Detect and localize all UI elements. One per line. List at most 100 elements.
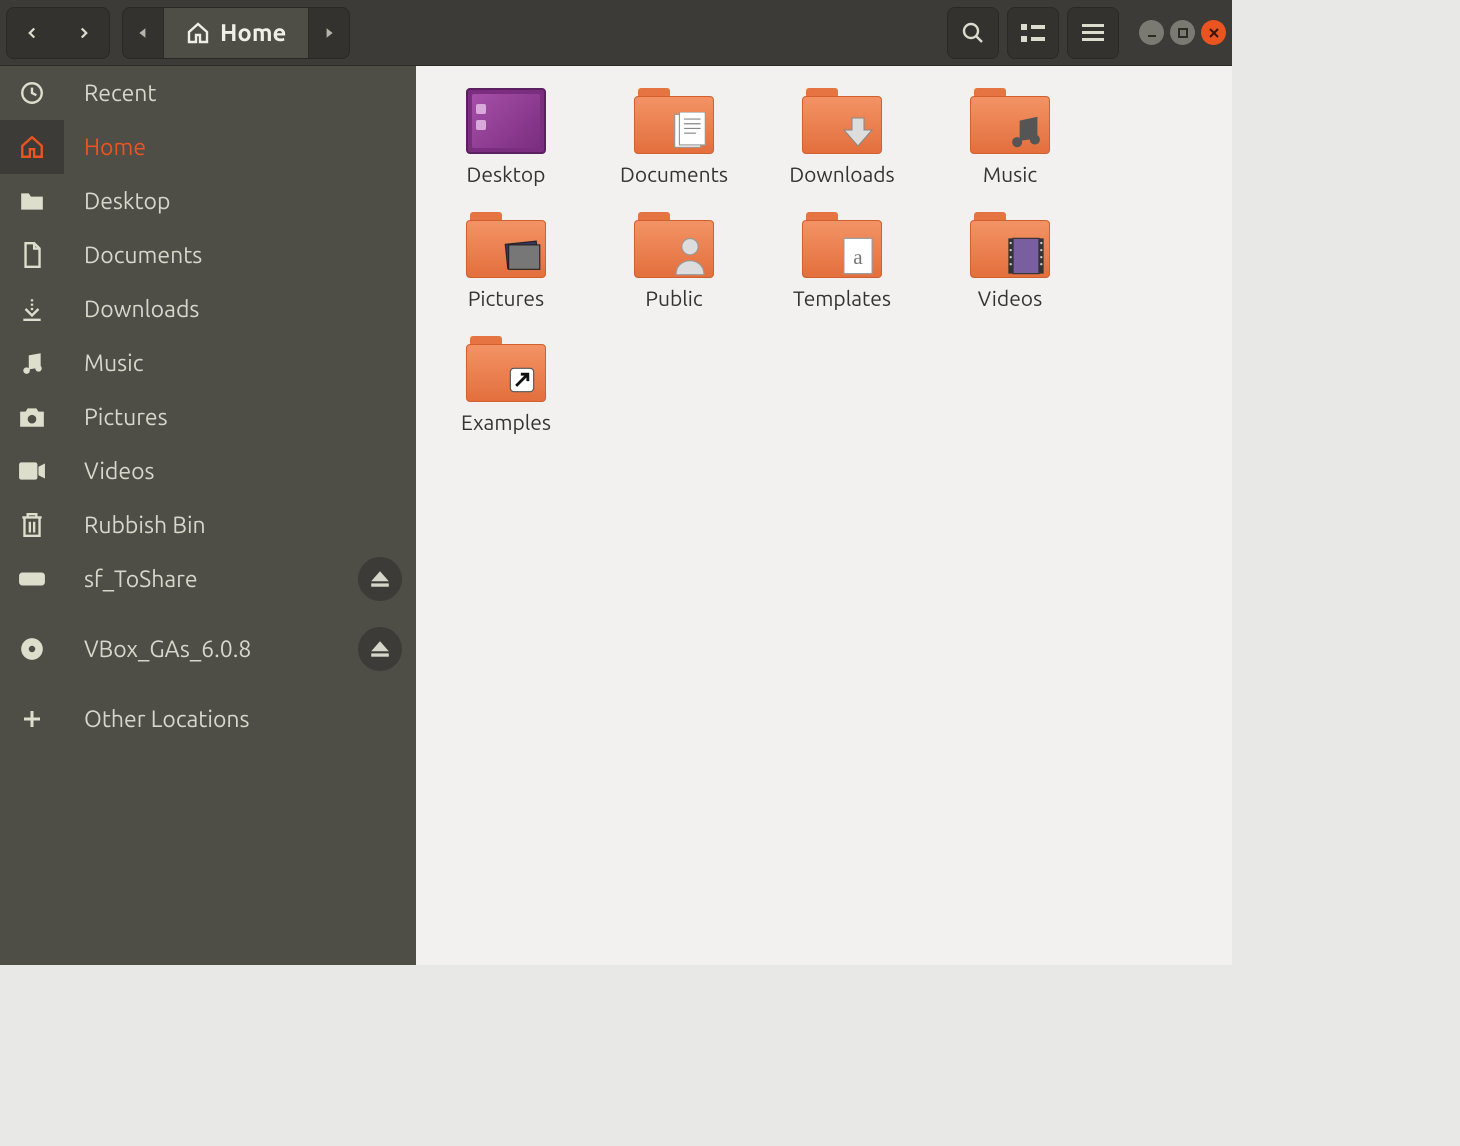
sidebar-item-label: Desktop bbox=[84, 189, 416, 214]
sidebar-item-label: VBox_GAs_6.0.8 bbox=[84, 637, 338, 662]
maximize-button[interactable] bbox=[1170, 20, 1195, 45]
file-label: Music bbox=[983, 162, 1037, 186]
sidebar-item-documents[interactable]: Documents bbox=[0, 228, 416, 282]
minimize-icon bbox=[1146, 27, 1158, 39]
breadcrumb-home[interactable]: Home bbox=[163, 8, 309, 58]
download-icon bbox=[17, 294, 47, 324]
file-label: Public bbox=[645, 286, 702, 310]
file-label: Templates bbox=[793, 286, 891, 310]
file-label: Downloads bbox=[789, 162, 894, 186]
file-label: Videos bbox=[978, 286, 1042, 310]
document-overlay-icon bbox=[668, 112, 712, 152]
hamburger-icon bbox=[1082, 24, 1104, 42]
sidebar-item-home[interactable]: Home bbox=[0, 120, 416, 174]
file-examples[interactable]: Examples bbox=[444, 336, 568, 434]
chevron-right-icon bbox=[75, 24, 93, 42]
toolbar-right bbox=[947, 7, 1226, 59]
folder-icon bbox=[466, 212, 546, 278]
folder-icon: a bbox=[802, 212, 882, 278]
sidebar-item-other-locations[interactable]: Other Locations bbox=[0, 692, 416, 746]
sidebar-item-label: Recent bbox=[84, 81, 416, 106]
folder-icon bbox=[970, 88, 1050, 154]
clock-icon bbox=[17, 78, 47, 108]
disc-icon bbox=[17, 634, 47, 664]
file-desktop[interactable]: Desktop bbox=[444, 88, 568, 186]
list-view-icon bbox=[1021, 24, 1045, 42]
home-icon bbox=[17, 132, 47, 162]
file-documents[interactable]: Documents bbox=[612, 88, 736, 186]
close-button[interactable] bbox=[1201, 20, 1226, 45]
triangle-left-icon bbox=[137, 27, 149, 39]
link-overlay-icon bbox=[500, 360, 544, 400]
toolbar: Home bbox=[0, 0, 1232, 66]
template-overlay-icon: a bbox=[836, 236, 880, 276]
sidebar-item-pictures[interactable]: Pictures bbox=[0, 390, 416, 444]
file-icon bbox=[17, 240, 47, 270]
file-pictures[interactable]: Pictures bbox=[444, 212, 568, 310]
music-overlay-icon bbox=[1004, 112, 1048, 152]
sidebar-item-music[interactable]: Music bbox=[0, 336, 416, 390]
sidebar-item-label: Home bbox=[84, 135, 416, 160]
eject-button[interactable] bbox=[358, 627, 402, 671]
download-overlay-icon bbox=[836, 112, 880, 152]
search-icon bbox=[961, 21, 985, 45]
person-overlay-icon bbox=[668, 236, 712, 276]
file-label: Desktop bbox=[467, 162, 546, 186]
hamburger-menu-button[interactable] bbox=[1067, 7, 1119, 59]
folder-icon bbox=[634, 212, 714, 278]
home-icon bbox=[186, 21, 210, 45]
file-downloads[interactable]: Downloads bbox=[780, 88, 904, 186]
sidebar-item-label: Pictures bbox=[84, 405, 416, 430]
file-templates[interactable]: a Templates bbox=[780, 212, 904, 310]
sidebar-item-label: Documents bbox=[84, 243, 416, 268]
folder-icon bbox=[17, 186, 47, 216]
sidebar-item-label: sf_ToShare bbox=[84, 567, 338, 592]
file-label: Documents bbox=[620, 162, 728, 186]
camera-icon bbox=[17, 402, 47, 432]
sidebar-item-downloads[interactable]: Downloads bbox=[0, 282, 416, 336]
trash-icon bbox=[17, 510, 47, 540]
file-label: Examples bbox=[461, 410, 551, 434]
folder-icon bbox=[802, 88, 882, 154]
chevron-left-icon bbox=[23, 24, 41, 42]
close-icon bbox=[1208, 27, 1220, 39]
svg-text:a: a bbox=[853, 245, 863, 269]
eject-button[interactable] bbox=[358, 557, 402, 601]
file-label: Pictures bbox=[468, 286, 544, 310]
minimize-button[interactable] bbox=[1139, 20, 1164, 45]
forward-button[interactable] bbox=[59, 8, 109, 58]
view-toggle-button[interactable] bbox=[1007, 7, 1059, 59]
music-icon bbox=[17, 348, 47, 378]
nav-group bbox=[6, 7, 110, 59]
search-button[interactable] bbox=[947, 7, 999, 59]
folder-icon bbox=[970, 212, 1050, 278]
sidebar-item-desktop[interactable]: Desktop bbox=[0, 174, 416, 228]
plus-icon bbox=[17, 704, 47, 734]
sidebar-item-label: Rubbish Bin bbox=[84, 513, 416, 538]
sidebar-item-label: Other Locations bbox=[84, 707, 416, 732]
folder-icon bbox=[466, 336, 546, 402]
desktop-icon bbox=[466, 88, 546, 154]
file-videos[interactable]: Videos bbox=[948, 212, 1072, 310]
file-music[interactable]: Music bbox=[948, 88, 1072, 186]
maximize-icon bbox=[1177, 27, 1189, 39]
sidebar-item-rubbish-bin[interactable]: Rubbish Bin bbox=[0, 498, 416, 552]
file-grid: Desktop Documents Downloads Music Pictures Pu… bbox=[416, 66, 1232, 965]
folder-icon bbox=[634, 88, 714, 154]
sidebar-item-vbox-gas-6-0-8[interactable]: VBox_GAs_6.0.8 bbox=[0, 622, 416, 676]
path-next-button[interactable] bbox=[309, 8, 349, 58]
back-button[interactable] bbox=[7, 8, 57, 58]
sidebar-item-videos[interactable]: Videos bbox=[0, 444, 416, 498]
pictures-overlay-icon bbox=[500, 236, 544, 276]
sidebar-item-recent[interactable]: Recent bbox=[0, 66, 416, 120]
sidebar-item-sf-toshare[interactable]: sf_ToShare bbox=[0, 552, 416, 606]
video-overlay-icon bbox=[1004, 236, 1048, 276]
drive-icon bbox=[17, 564, 47, 594]
sidebar-item-label: Music bbox=[84, 351, 416, 376]
path-prev-button[interactable] bbox=[123, 8, 163, 58]
path-bar: Home bbox=[122, 7, 350, 59]
file-public[interactable]: Public bbox=[612, 212, 736, 310]
sidebar: Recent Home Desktop Documents Downloads Music… bbox=[0, 66, 416, 965]
sidebar-item-label: Downloads bbox=[84, 297, 416, 322]
triangle-right-icon bbox=[323, 27, 335, 39]
